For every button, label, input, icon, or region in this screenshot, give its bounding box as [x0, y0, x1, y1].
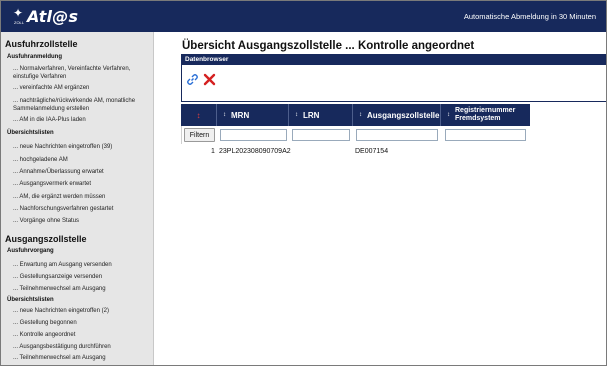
column-header-registriernummer[interactable]: ↕ Registriernummer Fremdsystem	[441, 104, 530, 126]
main-content: Übersicht Ausgangszollstelle ... Kontrol…	[155, 32, 606, 365]
sidebar-item-gestellung-begonnen[interactable]: ... Gestellung begonnen	[1, 319, 77, 327]
column-header-lrn[interactable]: ↕ LRN	[289, 104, 353, 126]
logo-subtext: ZOLL	[14, 20, 25, 25]
sidebar-group-ausfuhranmeldung: Ausfuhranmeldung	[7, 54, 62, 60]
sidebar-item-teilnehmerwechsel-liste[interactable]: ... Teilnehmerwechsel am Ausgang	[1, 354, 106, 362]
sort-column-header[interactable]: ↕	[181, 104, 217, 126]
data-browser-label: Datenbrowser	[182, 55, 606, 65]
sort-arrows-icon: ↕	[447, 112, 450, 118]
link-icon[interactable]	[186, 73, 199, 86]
sort-arrows-icon: ↕	[196, 110, 201, 120]
atlas-logo: ✦ Atl@s ZOLL	[9, 4, 79, 29]
sort-arrows-icon: ↕	[223, 112, 226, 118]
filter-row: Filtern	[181, 126, 530, 144]
data-browser-panel: Datenbrowser	[181, 54, 606, 102]
sidebar-section-ausgangszollstelle: Ausgangszollstelle	[5, 234, 87, 244]
logo-star-icon: ✦	[13, 6, 24, 20]
table-header: ↕ ↕ MRN ↕ LRN ↕ Ausgangszollstelle ↕ Reg…	[181, 104, 530, 126]
registriernummer-filter-input[interactable]	[445, 129, 526, 141]
sort-arrows-icon: ↕	[295, 112, 298, 118]
sidebar-item-neue-nachrichten-2[interactable]: ... neue Nachrichten eingetroffen (2)	[1, 307, 109, 315]
results-table: ↕ ↕ MRN ↕ LRN ↕ Ausgangszollstelle ↕ Reg…	[181, 104, 530, 158]
sidebar-item-ausgangsbestaetigung[interactable]: ... Ausgangsbestätigung durchführen	[1, 343, 111, 351]
sidebar-item-erwartung-versenden[interactable]: ... Erwartung am Ausgang versenden	[1, 261, 112, 269]
sidebar-item-gestellungsanzeige[interactable]: ... Gestellungsanzeige versenden	[1, 273, 102, 281]
table-row[interactable]: 1 23PL202308090709A2 DE007154	[181, 144, 530, 158]
sidebar-item-vorgaenge-ohne-status[interactable]: ... Vorgänge ohne Status	[1, 217, 79, 225]
sidebar-item-nachforschungsverfahren[interactable]: ... Nachforschungsverfahren gestartet	[1, 205, 113, 213]
sidebar-item-nachtraegliche-am[interactable]: ... nachträgliche/rückwirkende AM, monat…	[1, 97, 151, 113]
sidebar-group-ausfuhrvorgang: Ausfuhrvorgang	[7, 248, 54, 254]
mrn-filter-input[interactable]	[220, 129, 287, 141]
sidebar-group-uebersichtslisten-ausfuhr: Übersichtslisten	[7, 130, 54, 136]
column-header-mrn[interactable]: ↕ MRN	[217, 104, 289, 126]
sidebar-nav: Ausfuhrzollstelle Ausfuhranmeldung ... N…	[1, 32, 154, 365]
sidebar-item-vereinfachte-am[interactable]: ... vereinfachte AM ergänzen	[1, 84, 89, 92]
page-title: Übersicht Ausgangszollstelle ... Kontrol…	[182, 40, 475, 52]
sidebar-item-ausgangsvermerk-erwartet[interactable]: ... Ausgangsvermerk erwartet	[1, 180, 91, 188]
sidebar-item-normalverfahren[interactable]: ... Normalverfahren, Vereinfachte Verfah…	[1, 65, 151, 81]
app-window: ✦ Atl@s ZOLL Automatische Abmeldung in 3…	[0, 0, 607, 366]
top-bar: ✦ Atl@s ZOLL Automatische Abmeldung in 3…	[1, 1, 606, 32]
lrn-filter-input[interactable]	[292, 129, 350, 141]
sidebar-section-ausfuhrzollstelle: Ausfuhrzollstelle	[5, 39, 78, 49]
ausgangszollstelle-cell: DE007154	[355, 148, 389, 155]
sidebar-item-annahme-erwartet[interactable]: ... Annahme/Überlassung erwartet	[1, 168, 104, 176]
filter-button[interactable]: Filtern	[184, 128, 215, 142]
mrn-cell[interactable]: 23PL202308090709A2	[219, 148, 291, 155]
row-index: 1	[211, 148, 215, 155]
logo-text: Atl@s	[27, 7, 79, 26]
sort-arrows-icon: ↕	[359, 112, 362, 118]
column-header-ausgangszollstelle[interactable]: ↕ Ausgangszollstelle	[353, 104, 441, 126]
auto-logout-notice: Automatische Abmeldung in 30 Minuten	[463, 12, 596, 21]
ausgangszollstelle-filter-input[interactable]	[356, 129, 438, 141]
sidebar-item-iaa-plus[interactable]: ... AM in die IAA-Plus laden	[1, 116, 86, 124]
sidebar-item-teilnehmerwechsel-vorgang[interactable]: ... Teilnehmerwechsel am Ausgang	[1, 285, 106, 293]
sidebar-item-kontrolle-angeordnet[interactable]: ... Kontrolle angeordnet	[1, 331, 75, 339]
sidebar-group-uebersichtslisten-ausgang: Übersichtslisten	[7, 297, 54, 303]
sidebar-item-hochgeladene-am[interactable]: ... hochgeladene AM	[1, 156, 68, 164]
delete-x-icon[interactable]	[203, 73, 216, 86]
sidebar-item-am-ergaenzen[interactable]: ... AM, die ergänzt werden müssen	[1, 193, 105, 201]
sidebar-item-neue-nachrichten-39[interactable]: ... neue Nachrichten eingetroffen (39)	[1, 143, 112, 151]
